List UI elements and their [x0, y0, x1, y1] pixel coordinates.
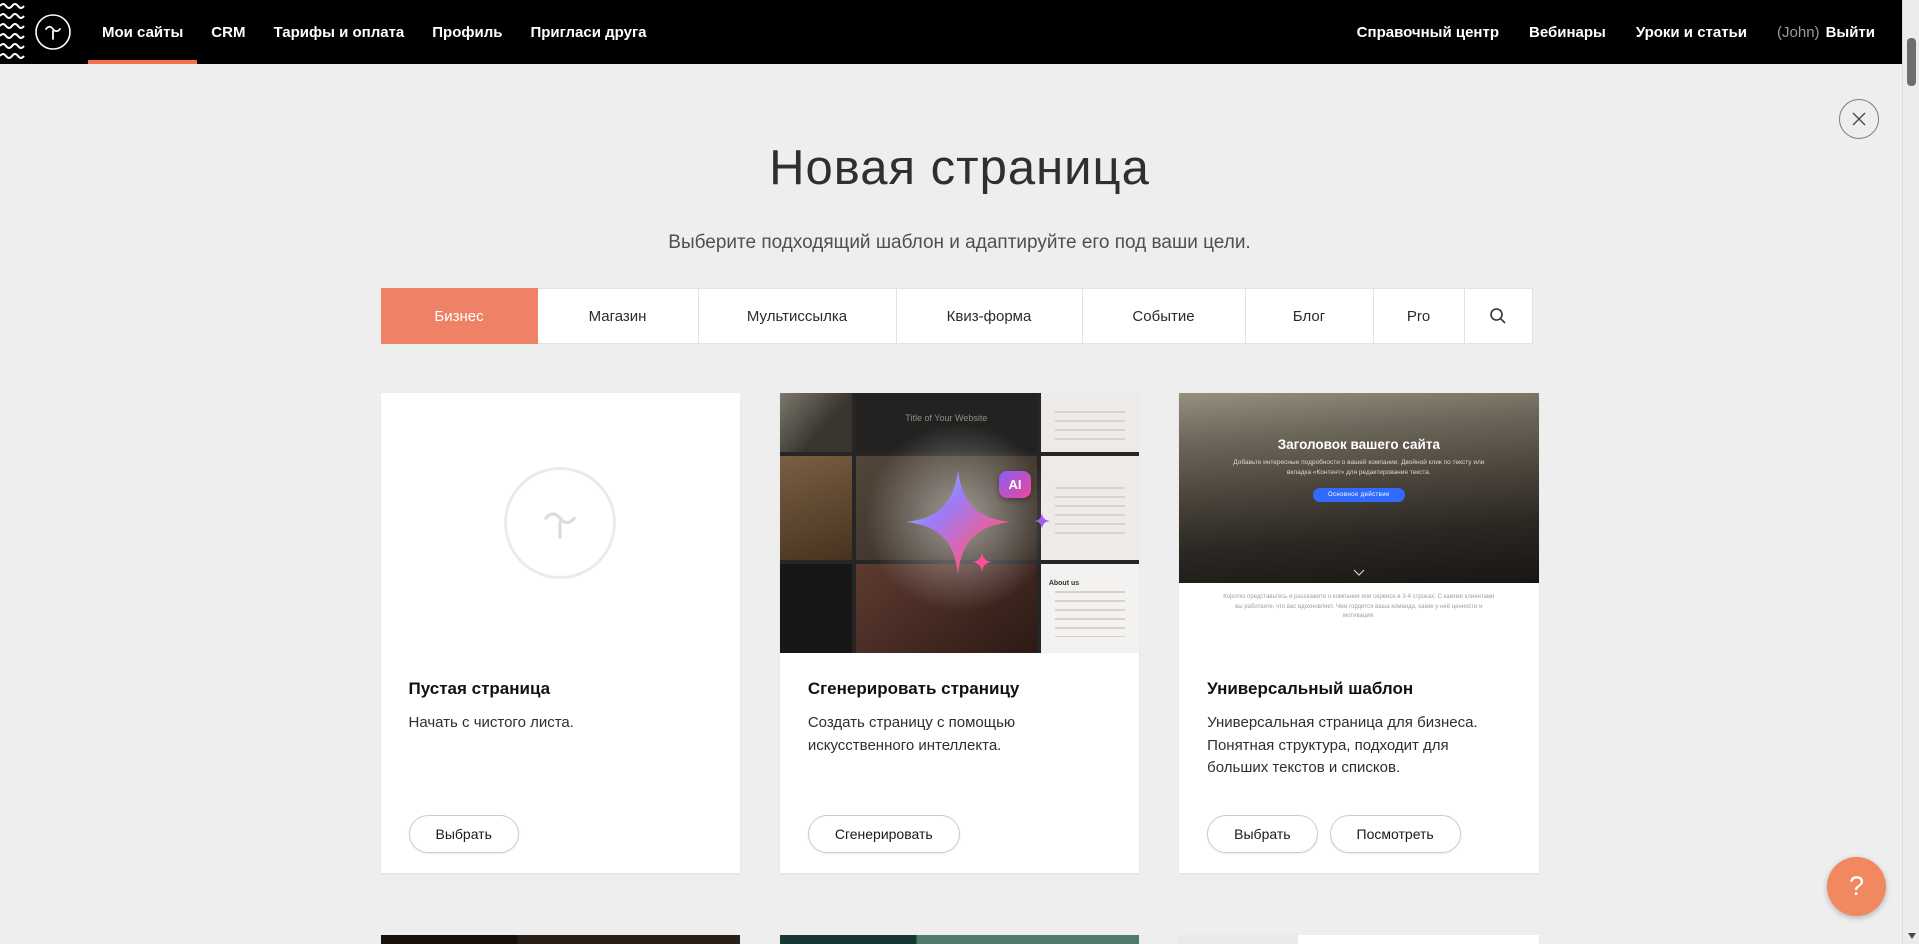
card-description: Создать страницу с помощью искусственног… — [808, 712, 1111, 757]
card-actions: Выбрать — [409, 815, 712, 853]
card-body: Пустая страница Начать с чистого листа. … — [381, 653, 740, 873]
card-title: Универсальный шаблон — [1207, 679, 1510, 699]
card-partial — [1179, 935, 1538, 944]
main-nav: Мои сайты CRM Тарифы и оплата Профиль Пр… — [88, 0, 661, 64]
tab-blog[interactable]: Блог — [1245, 288, 1374, 344]
nav-my-sites[interactable]: Мои сайты — [88, 0, 197, 64]
card-partial — [381, 935, 740, 944]
template-hero-heading: Заголовок вашего сайта — [1278, 437, 1440, 452]
tab-business[interactable]: Бизнес — [381, 288, 538, 344]
blank-page-preview — [381, 393, 740, 653]
tilda-watermark-icon — [504, 467, 616, 579]
search-icon — [1489, 307, 1507, 325]
card-blank-page: Пустая страница Начать с чистого листа. … — [381, 393, 740, 873]
template-body-text: Коротко представьтесь и расскажите о ком… — [1179, 583, 1538, 653]
card-body: Универсальный шаблон Универсальная стран… — [1179, 653, 1538, 873]
template-preview — [1179, 935, 1538, 944]
template-hero-subtext: Добавьте интересные подробности о вашей … — [1226, 458, 1492, 478]
tilda-logo[interactable] — [34, 13, 72, 51]
card-generate-ai: Title of Your Website About us — [780, 393, 1139, 873]
tab-multilink[interactable]: Мультиссылка — [698, 288, 897, 344]
tab-event[interactable]: Событие — [1082, 288, 1246, 344]
card-actions: Выбрать Посмотреть — [1207, 815, 1510, 853]
card-description: Начать с чистого листа. — [409, 712, 712, 735]
logout-label: Выйти — [1826, 24, 1875, 41]
tab-quiz-form[interactable]: Квиз-форма — [896, 288, 1083, 344]
card-actions: Сгенерировать — [808, 815, 1111, 853]
nav-crm[interactable]: CRM — [197, 0, 259, 64]
close-icon — [1851, 111, 1867, 127]
template-hero-cta: Основное действие — [1313, 488, 1405, 502]
nav-help-center[interactable]: Справочный центр — [1342, 24, 1514, 41]
zigzag-pattern-icon — [0, 0, 26, 64]
close-button[interactable] — [1839, 99, 1879, 139]
choose-template-button[interactable]: Выбрать — [1207, 815, 1317, 853]
page-title: Новая страница — [0, 140, 1919, 196]
card-universal-template: Заголовок вашего сайта Добавьте интересн… — [1179, 393, 1538, 873]
secondary-nav: Справочный центр Вебинары Уроки и статьи… — [1342, 0, 1875, 64]
card-title: Сгенерировать страницу — [808, 679, 1111, 699]
ai-sparkle-icon — [906, 470, 1010, 574]
top-navbar: Мои сайты CRM Тарифы и оплата Профиль Пр… — [0, 0, 1919, 64]
ai-preview: Title of Your Website About us — [780, 393, 1139, 653]
help-button[interactable]: ? — [1827, 857, 1886, 916]
template-cards-grid: Пустая страница Начать с чистого листа. … — [381, 393, 1539, 944]
template-preview: Заголовок вашего сайта Добавьте интересн… — [1179, 393, 1538, 653]
scrollbar-down-arrow-icon[interactable] — [1908, 933, 1916, 939]
nav-logout[interactable]: (John) Выйти — [1762, 24, 1875, 41]
tab-search[interactable] — [1464, 288, 1533, 344]
nav-profile[interactable]: Профиль — [418, 0, 516, 64]
nav-invite-friend[interactable]: Пригласи друга — [516, 0, 660, 64]
scrollbar-thumb[interactable] — [1907, 38, 1916, 86]
small-sparkle-icon — [1034, 513, 1050, 529]
template-preview — [780, 935, 1139, 944]
card-body: Сгенерировать страницу Создать страницу … — [780, 653, 1139, 873]
small-sparkle-icon — [972, 552, 992, 572]
card-description: Универсальная страница для бизнеса. Поня… — [1207, 712, 1510, 780]
view-template-button[interactable]: Посмотреть — [1330, 815, 1461, 853]
card-title: Пустая страница — [409, 679, 712, 699]
card-partial — [780, 935, 1139, 944]
scrollbar[interactable] — [1902, 0, 1919, 944]
generate-button[interactable]: Сгенерировать — [808, 815, 960, 853]
main-content: Новая страница Выберите подходящий шабло… — [0, 140, 1919, 944]
choose-blank-button[interactable]: Выбрать — [409, 815, 519, 853]
user-name: (John) — [1777, 24, 1820, 41]
tab-shop[interactable]: Магазин — [537, 288, 699, 344]
tab-pro[interactable]: Pro — [1373, 288, 1465, 344]
page-subtitle: Выберите подходящий шаблон и адаптируйте… — [0, 232, 1919, 254]
nav-webinars[interactable]: Вебинары — [1514, 24, 1621, 41]
nav-tariffs[interactable]: Тарифы и оплата — [259, 0, 418, 64]
template-hero: Заголовок вашего сайта Добавьте интересн… — [1179, 393, 1538, 583]
nav-lessons-articles[interactable]: Уроки и статьи — [1621, 24, 1762, 41]
template-preview — [381, 935, 740, 944]
template-category-tabs: Бизнес Магазин Мультиссылка Квиз-форма С… — [381, 288, 1539, 344]
ai-badge: AI — [999, 471, 1031, 498]
chevron-down-icon — [1353, 569, 1365, 576]
